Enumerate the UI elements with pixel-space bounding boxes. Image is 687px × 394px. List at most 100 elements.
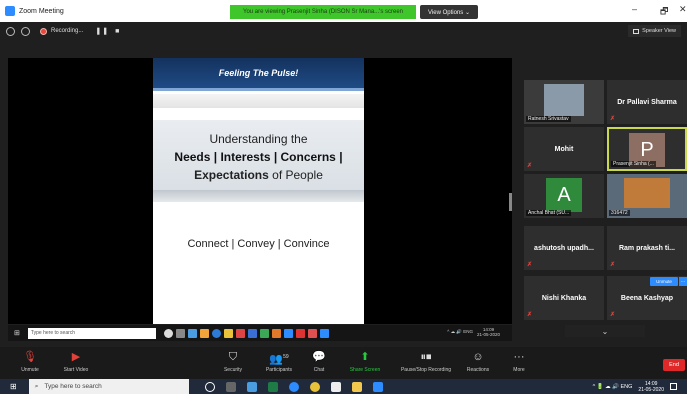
participant-tile-active-speaker[interactable]: P Prasenjit Sinha (... (607, 127, 687, 171)
more-label: More (513, 367, 525, 373)
muted-mic-icon: ✗ (610, 312, 616, 318)
muted-mic-icon: ✗ (527, 312, 533, 318)
participant-more-button[interactable]: ··· (679, 277, 687, 286)
zoom-window: Zoom Meeting You are viewing Prasenjit S… (0, 0, 687, 394)
slide-header: Feeling The Pulse! (153, 58, 364, 91)
minimize-button[interactable]: – (632, 4, 637, 14)
taskbar-app-icon[interactable] (246, 381, 257, 392)
file-explorer-icon[interactable] (351, 381, 362, 392)
recording-icon (40, 27, 47, 35)
clock-date: 21-05-2020 (638, 386, 664, 393)
participant-name: Ratnesh Srivastav (526, 116, 571, 122)
start-video-button[interactable]: ▶ Start Video (48, 350, 104, 378)
participant-tile[interactable]: 316472 (607, 174, 687, 218)
muted-mic-icon: ✗ (527, 262, 533, 268)
participant-video (544, 84, 584, 116)
task-view-icon[interactable] (225, 381, 236, 392)
participant-name: Anchal Bhat (SU... (526, 210, 572, 216)
participant-name: 316472 (609, 210, 630, 216)
remote-app-icon (211, 328, 221, 338)
participant-name: ashutosh upadh... (534, 244, 594, 252)
participant-tile[interactable]: Ratnesh Srivastav (524, 80, 604, 124)
recording-status: Recording... (51, 28, 84, 34)
view-options-button[interactable]: View Options ⌄ (420, 5, 478, 19)
remote-search-box: Type here to search (27, 327, 156, 339)
pause-recording-button[interactable]: ❚❚ (95, 27, 109, 35)
slide-header-title: Feeling The Pulse! (218, 68, 299, 78)
start-video-label: Start Video (63, 367, 89, 373)
system-tray: ^ 🔋 ☁ 🔊 ENG 14:09 21-05-2020 (593, 379, 677, 394)
slide-line-3-rest: of People (268, 168, 323, 182)
clock[interactable]: 14:09 21-05-2020 (638, 381, 664, 393)
info-icon[interactable] (6, 26, 15, 36)
participant-name: Dr Pallavi Sharma (617, 98, 677, 106)
more-button[interactable]: ··· More (491, 350, 547, 378)
remote-app-icon (199, 328, 209, 338)
notifications-icon[interactable] (670, 383, 677, 390)
remote-tray-icons: ^ ☁ 🔊 ENG (447, 329, 473, 334)
remote-app-icon (187, 328, 197, 338)
pause-stop-icon: ⏸⏹ (420, 351, 432, 363)
presentation-slide: Feeling The Pulse! Understanding the Nee… (153, 58, 364, 324)
meeting-top-bar: Recording... ❚❚ ■ Speaker View (0, 22, 687, 40)
remote-app-icon (295, 328, 305, 338)
maximize-button[interactable]: 🗗 (660, 4, 668, 20)
remote-app-icon (259, 328, 269, 338)
participant-tile[interactable]: Mohit ✗ (524, 127, 604, 171)
store-icon[interactable] (330, 381, 341, 392)
slide-title-band: Understanding the Needs | Interests | Co… (153, 120, 364, 202)
viewing-screen-banner: You are viewing Prasenjit Sinha (DISON S… (230, 5, 416, 19)
slide-header-stripe (153, 88, 364, 91)
gallery-scroll-down-button[interactable]: ⌄ (565, 325, 645, 337)
remote-app-icon (175, 328, 185, 338)
end-meeting-button[interactable]: End (663, 359, 685, 371)
close-button[interactable]: ✕ (679, 4, 687, 15)
remote-date: 21-05-2020 (476, 332, 500, 337)
participant-video (624, 178, 670, 208)
speaker-view-button[interactable]: Speaker View (628, 25, 681, 37)
search-icon: ⌕ (34, 382, 39, 390)
windows-start-icon[interactable]: ⊞ (10, 382, 17, 391)
participant-name: Mohit (554, 145, 574, 153)
pause-stop-recording-button[interactable]: ⏸⏹ Pause/Stop Recording (394, 350, 458, 378)
participant-tile[interactable]: Ram prakash ti... ✗ (607, 226, 687, 270)
slide-divider (153, 94, 364, 108)
participant-avatar: A (546, 178, 582, 212)
speaker-view-label: Speaker View (642, 28, 676, 34)
participant-tile[interactable]: Dr Pallavi Sharma ✗ (607, 80, 687, 124)
video-off-icon: ▶ (71, 351, 81, 363)
muted-mic-icon: ✗ (610, 262, 616, 268)
remote-app-icon (247, 328, 257, 338)
slide-shadow (153, 190, 364, 202)
pause-stop-label: Pause/Stop Recording (400, 367, 452, 373)
windows-search-box[interactable]: ⌕ Type here to search (28, 379, 189, 394)
edge-icon[interactable] (288, 381, 299, 392)
participant-name: Ram prakash ti... (618, 244, 676, 252)
cortana-icon[interactable] (204, 381, 215, 392)
remote-app-icon (235, 328, 245, 338)
slide-line-3-bold: Expectations (194, 168, 269, 182)
excel-icon[interactable] (267, 381, 278, 392)
meeting-toolbar: 🎙 Unmute ▶ Start Video ⛉ Security 👥59 Pa… (0, 347, 687, 379)
muted-mic-icon: ✗ (610, 116, 616, 122)
ask-to-unmute-button[interactable]: Unmute (650, 277, 678, 286)
slide-line-2: Needs | Interests | Concerns | (174, 150, 343, 164)
slide-footer: Connect | Convey | Convince (187, 238, 330, 250)
more-icon: ··· (513, 351, 525, 363)
chrome-icon[interactable] (309, 381, 320, 392)
participant-name: Nishi Khanka (541, 294, 587, 302)
participant-tile[interactable]: Nishi Khanka ✗ (524, 276, 604, 320)
shield-icon[interactable] (21, 26, 30, 36)
windows-search-placeholder: Type here to search (44, 383, 102, 390)
participant-tile[interactable]: A Anchal Bhat (SU... (524, 174, 604, 218)
participant-tile[interactable]: ashutosh upadh... ✗ (524, 226, 604, 270)
tray-icons[interactable]: ^ 🔋 ☁ 🔊 ENG (593, 384, 633, 390)
remote-taskbar-icons (163, 328, 329, 338)
panel-resize-handle[interactable] (509, 193, 512, 211)
share-screen-button[interactable]: ⬆ Share Screen (337, 350, 393, 378)
stop-recording-button[interactable]: ■ (115, 28, 120, 35)
remote-clock: 14:09 21-05-2020 (477, 327, 500, 337)
zoom-taskbar-icon[interactable] (372, 381, 383, 392)
remote-app-icon (271, 328, 281, 338)
share-screen-label: Share Screen (349, 367, 381, 373)
